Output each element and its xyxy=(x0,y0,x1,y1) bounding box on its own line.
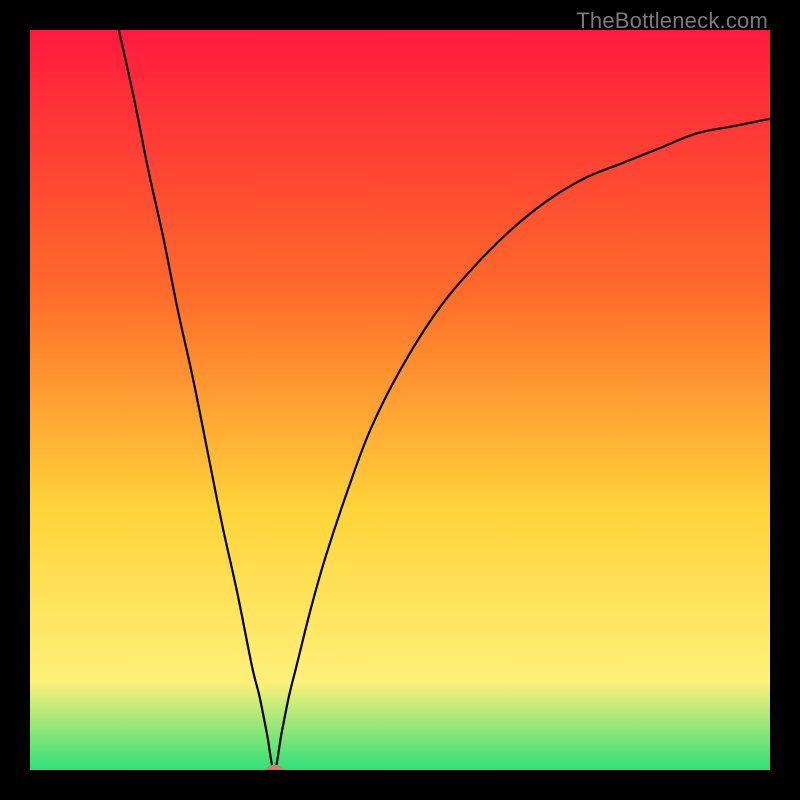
bottleneck-chart xyxy=(30,30,770,770)
gradient-background xyxy=(30,30,770,770)
chart-frame xyxy=(30,30,770,770)
